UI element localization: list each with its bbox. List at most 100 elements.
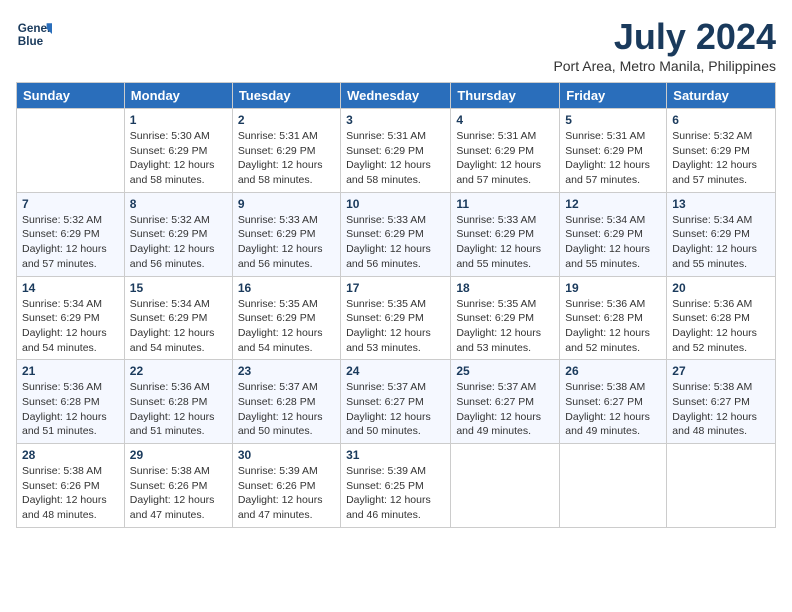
calendar-cell: 10 Sunrise: 5:33 AMSunset: 6:29 PMDaylig… <box>341 192 451 276</box>
calendar-cell: 29 Sunrise: 5:38 AMSunset: 6:26 PMDaylig… <box>124 444 232 528</box>
cell-info: Sunrise: 5:34 AMSunset: 6:29 PMDaylight:… <box>565 214 650 270</box>
cell-info: Sunrise: 5:33 AMSunset: 6:29 PMDaylight:… <box>238 214 323 270</box>
calendar-cell: 28 Sunrise: 5:38 AMSunset: 6:26 PMDaylig… <box>17 444 125 528</box>
calendar-cell: 26 Sunrise: 5:38 AMSunset: 6:27 PMDaylig… <box>560 360 667 444</box>
cell-info: Sunrise: 5:39 AMSunset: 6:25 PMDaylight:… <box>346 465 431 521</box>
calendar-cell: 20 Sunrise: 5:36 AMSunset: 6:28 PMDaylig… <box>667 276 776 360</box>
cell-info: Sunrise: 5:37 AMSunset: 6:27 PMDaylight:… <box>346 381 431 437</box>
cell-info: Sunrise: 5:35 AMSunset: 6:29 PMDaylight:… <box>238 298 323 354</box>
cell-info: Sunrise: 5:31 AMSunset: 6:29 PMDaylight:… <box>456 130 541 186</box>
week-row-3: 14 Sunrise: 5:34 AMSunset: 6:29 PMDaylig… <box>17 276 776 360</box>
calendar-cell: 8 Sunrise: 5:32 AMSunset: 6:29 PMDayligh… <box>124 192 232 276</box>
cell-info: Sunrise: 5:37 AMSunset: 6:28 PMDaylight:… <box>238 381 323 437</box>
title-block: July 2024 Port Area, Metro Manila, Phili… <box>553 16 776 74</box>
header-row: Sunday Monday Tuesday Wednesday Thursday… <box>17 83 776 109</box>
calendar-cell: 2 Sunrise: 5:31 AMSunset: 6:29 PMDayligh… <box>232 109 340 193</box>
cell-info: Sunrise: 5:35 AMSunset: 6:29 PMDaylight:… <box>456 298 541 354</box>
day-number: 1 <box>130 113 227 127</box>
day-number: 13 <box>672 197 770 211</box>
calendar-cell: 24 Sunrise: 5:37 AMSunset: 6:27 PMDaylig… <box>341 360 451 444</box>
calendar-cell: 25 Sunrise: 5:37 AMSunset: 6:27 PMDaylig… <box>451 360 560 444</box>
cell-info: Sunrise: 5:31 AMSunset: 6:29 PMDaylight:… <box>346 130 431 186</box>
logo-icon: General Blue <box>16 16 52 52</box>
month-year: July 2024 <box>553 16 776 58</box>
col-friday: Friday <box>560 83 667 109</box>
day-number: 18 <box>456 281 554 295</box>
cell-info: Sunrise: 5:36 AMSunset: 6:28 PMDaylight:… <box>672 298 757 354</box>
cell-info: Sunrise: 5:38 AMSunset: 6:26 PMDaylight:… <box>22 465 107 521</box>
calendar-cell: 30 Sunrise: 5:39 AMSunset: 6:26 PMDaylig… <box>232 444 340 528</box>
day-number: 22 <box>130 364 227 378</box>
calendar-cell: 7 Sunrise: 5:32 AMSunset: 6:29 PMDayligh… <box>17 192 125 276</box>
calendar-table: Sunday Monday Tuesday Wednesday Thursday… <box>16 82 776 528</box>
week-row-4: 21 Sunrise: 5:36 AMSunset: 6:28 PMDaylig… <box>17 360 776 444</box>
calendar-cell <box>451 444 560 528</box>
calendar-cell: 17 Sunrise: 5:35 AMSunset: 6:29 PMDaylig… <box>341 276 451 360</box>
week-row-1: 1 Sunrise: 5:30 AMSunset: 6:29 PMDayligh… <box>17 109 776 193</box>
location: Port Area, Metro Manila, Philippines <box>553 58 776 74</box>
day-number: 4 <box>456 113 554 127</box>
day-number: 6 <box>672 113 770 127</box>
cell-info: Sunrise: 5:34 AMSunset: 6:29 PMDaylight:… <box>672 214 757 270</box>
col-sunday: Sunday <box>17 83 125 109</box>
col-saturday: Saturday <box>667 83 776 109</box>
calendar-cell <box>17 109 125 193</box>
col-thursday: Thursday <box>451 83 560 109</box>
cell-info: Sunrise: 5:34 AMSunset: 6:29 PMDaylight:… <box>22 298 107 354</box>
cell-info: Sunrise: 5:30 AMSunset: 6:29 PMDaylight:… <box>130 130 215 186</box>
col-tuesday: Tuesday <box>232 83 340 109</box>
cell-info: Sunrise: 5:36 AMSunset: 6:28 PMDaylight:… <box>22 381 107 437</box>
day-number: 26 <box>565 364 661 378</box>
col-monday: Monday <box>124 83 232 109</box>
cell-info: Sunrise: 5:32 AMSunset: 6:29 PMDaylight:… <box>672 130 757 186</box>
day-number: 21 <box>22 364 119 378</box>
day-number: 27 <box>672 364 770 378</box>
calendar-cell: 22 Sunrise: 5:36 AMSunset: 6:28 PMDaylig… <box>124 360 232 444</box>
cell-info: Sunrise: 5:31 AMSunset: 6:29 PMDaylight:… <box>238 130 323 186</box>
col-wednesday: Wednesday <box>341 83 451 109</box>
calendar-cell: 13 Sunrise: 5:34 AMSunset: 6:29 PMDaylig… <box>667 192 776 276</box>
calendar-cell: 12 Sunrise: 5:34 AMSunset: 6:29 PMDaylig… <box>560 192 667 276</box>
calendar-cell: 9 Sunrise: 5:33 AMSunset: 6:29 PMDayligh… <box>232 192 340 276</box>
cell-info: Sunrise: 5:37 AMSunset: 6:27 PMDaylight:… <box>456 381 541 437</box>
cell-info: Sunrise: 5:38 AMSunset: 6:26 PMDaylight:… <box>130 465 215 521</box>
day-number: 28 <box>22 448 119 462</box>
day-number: 2 <box>238 113 335 127</box>
cell-info: Sunrise: 5:33 AMSunset: 6:29 PMDaylight:… <box>456 214 541 270</box>
cell-info: Sunrise: 5:38 AMSunset: 6:27 PMDaylight:… <box>672 381 757 437</box>
day-number: 16 <box>238 281 335 295</box>
calendar-cell: 6 Sunrise: 5:32 AMSunset: 6:29 PMDayligh… <box>667 109 776 193</box>
page-header: General Blue July 2024 Port Area, Metro … <box>16 16 776 74</box>
day-number: 3 <box>346 113 445 127</box>
day-number: 31 <box>346 448 445 462</box>
day-number: 23 <box>238 364 335 378</box>
cell-info: Sunrise: 5:38 AMSunset: 6:27 PMDaylight:… <box>565 381 650 437</box>
day-number: 14 <box>22 281 119 295</box>
day-number: 24 <box>346 364 445 378</box>
calendar-cell: 3 Sunrise: 5:31 AMSunset: 6:29 PMDayligh… <box>341 109 451 193</box>
day-number: 19 <box>565 281 661 295</box>
cell-info: Sunrise: 5:36 AMSunset: 6:28 PMDaylight:… <box>565 298 650 354</box>
cell-info: Sunrise: 5:33 AMSunset: 6:29 PMDaylight:… <box>346 214 431 270</box>
week-row-2: 7 Sunrise: 5:32 AMSunset: 6:29 PMDayligh… <box>17 192 776 276</box>
cell-info: Sunrise: 5:31 AMSunset: 6:29 PMDaylight:… <box>565 130 650 186</box>
day-number: 10 <box>346 197 445 211</box>
day-number: 9 <box>238 197 335 211</box>
day-number: 30 <box>238 448 335 462</box>
cell-info: Sunrise: 5:35 AMSunset: 6:29 PMDaylight:… <box>346 298 431 354</box>
day-number: 25 <box>456 364 554 378</box>
day-number: 12 <box>565 197 661 211</box>
cell-info: Sunrise: 5:39 AMSunset: 6:26 PMDaylight:… <box>238 465 323 521</box>
day-number: 5 <box>565 113 661 127</box>
calendar-cell: 4 Sunrise: 5:31 AMSunset: 6:29 PMDayligh… <box>451 109 560 193</box>
calendar-cell: 19 Sunrise: 5:36 AMSunset: 6:28 PMDaylig… <box>560 276 667 360</box>
logo: General Blue <box>16 16 52 52</box>
day-number: 15 <box>130 281 227 295</box>
calendar-cell <box>560 444 667 528</box>
calendar-cell: 15 Sunrise: 5:34 AMSunset: 6:29 PMDaylig… <box>124 276 232 360</box>
cell-info: Sunrise: 5:36 AMSunset: 6:28 PMDaylight:… <box>130 381 215 437</box>
day-number: 20 <box>672 281 770 295</box>
calendar-cell: 23 Sunrise: 5:37 AMSunset: 6:28 PMDaylig… <box>232 360 340 444</box>
calendar-cell: 5 Sunrise: 5:31 AMSunset: 6:29 PMDayligh… <box>560 109 667 193</box>
calendar-cell: 31 Sunrise: 5:39 AMSunset: 6:25 PMDaylig… <box>341 444 451 528</box>
